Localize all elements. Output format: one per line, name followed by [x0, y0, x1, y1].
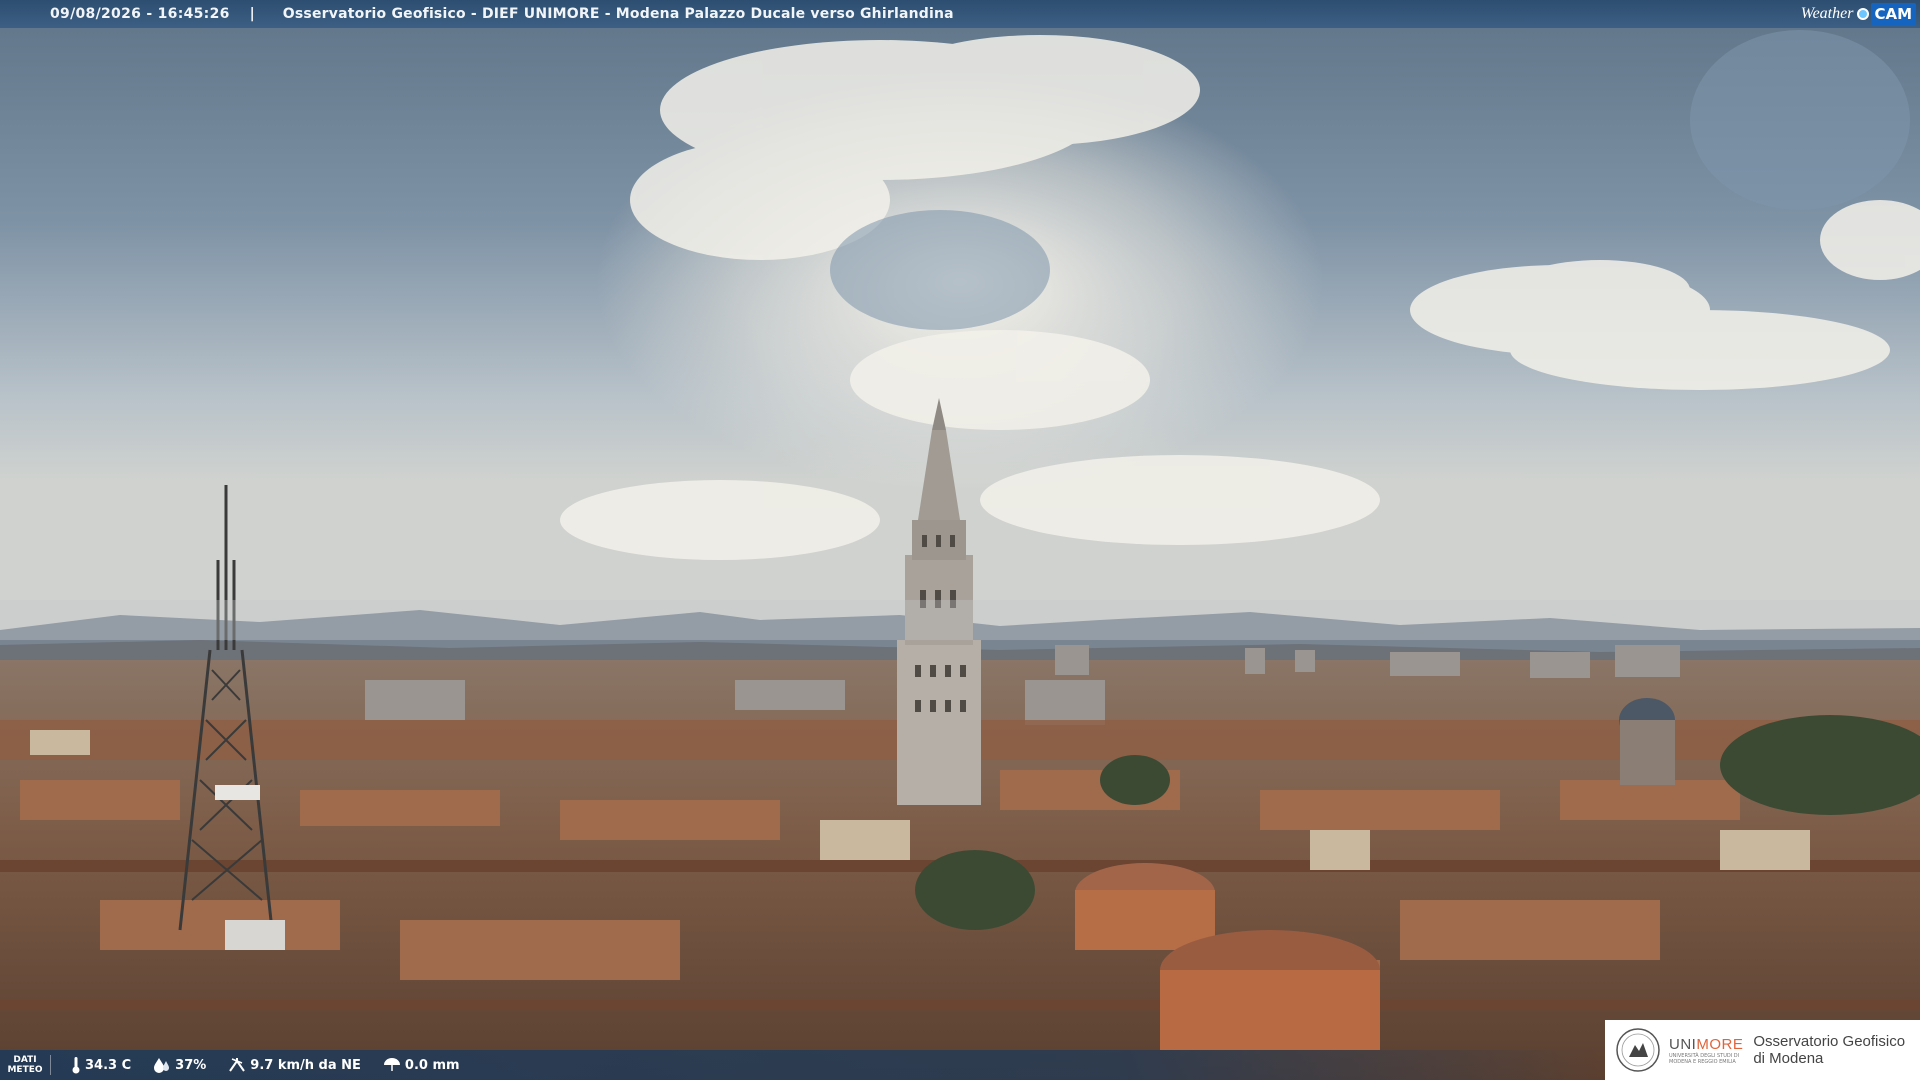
- weathercam-logo: Weather CAM: [1801, 0, 1920, 28]
- wind-value: 9.7 km/h da NE: [250, 1057, 361, 1073]
- university-seal-icon: [1616, 1028, 1660, 1072]
- temperature-value: 34.3 C: [85, 1057, 132, 1073]
- humidity-drop-icon: [154, 1058, 170, 1073]
- weather-data-label: DATI METEO: [0, 1055, 51, 1075]
- weather-data-bar: DATI METEO 34.3 C 37% 9.7 km/h da NE 0.0…: [0, 1050, 1600, 1080]
- uni-sub-line2: MODENA E REGGIO EMILIA: [1669, 1058, 1736, 1065]
- brand-weather-text: Weather: [1800, 5, 1854, 22]
- humidity-reading: 37%: [153, 1057, 206, 1073]
- uni-name-part-b: MORE: [1696, 1035, 1744, 1053]
- humidity-value: 37%: [175, 1057, 207, 1073]
- rain-value: 0.0 mm: [404, 1057, 460, 1073]
- webcam-view: [0, 0, 1920, 1080]
- wind-icon: [229, 1058, 246, 1072]
- unimore-wordmark: UNIMORE UNIVERSITÀ DEGLI STUDI DI MODENA…: [1669, 1036, 1743, 1065]
- camera-title: Osservatorio Geofisico - DIEF UNIMORE - …: [282, 6, 954, 22]
- rain-umbrella-icon: [383, 1058, 400, 1071]
- camera-info-bar: 09/08/2026 - 16:45:26 | Osservatorio Geo…: [0, 0, 1920, 28]
- thermometer-icon: [72, 1057, 80, 1074]
- brand-cam-text: CAM: [1871, 3, 1916, 25]
- wind-reading: 9.7 km/h da NE: [228, 1057, 361, 1073]
- observatory-name: Osservatorio Geofisico di Modena: [1753, 1033, 1905, 1067]
- rain-reading: 0.0 mm: [383, 1057, 460, 1073]
- temperature-reading: 34.3 C: [71, 1056, 131, 1074]
- weather-label-line2: METEO: [7, 1065, 43, 1075]
- weather-label-line1: DATI: [13, 1055, 37, 1065]
- separator: |: [249, 6, 255, 22]
- observatory-name-line2: di Modena: [1753, 1050, 1824, 1067]
- unimore-logo: UNIMORE UNIVERSITÀ DEGLI STUDI DI MODENA…: [1605, 1020, 1920, 1080]
- observatory-name-line1: Osservatorio Geofisico: [1753, 1033, 1906, 1050]
- uni-name: UNIMORE: [1669, 1036, 1743, 1053]
- brand-dot-icon: [1857, 8, 1870, 20]
- uni-name-part-a: UNI: [1669, 1035, 1697, 1053]
- timestamp: 09/08/2026 - 16:45:26: [50, 6, 230, 22]
